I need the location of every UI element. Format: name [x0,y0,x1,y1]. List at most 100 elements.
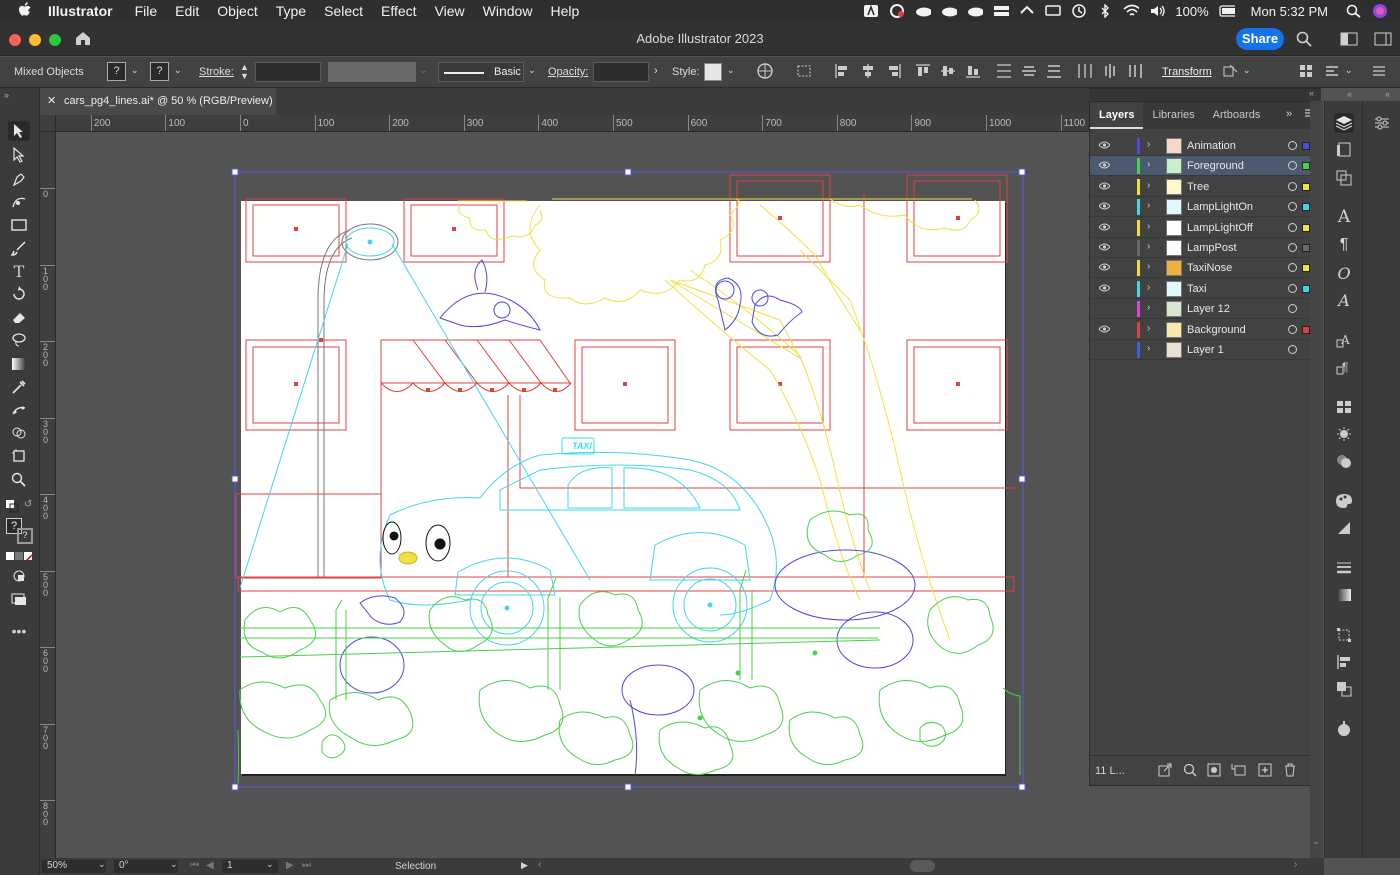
cloud-icon-2[interactable] [941,4,958,18]
visibility-eye-icon[interactable] [1098,141,1111,151]
distribute-right-icon[interactable] [1127,63,1143,82]
quick-actions-chevron-icon[interactable]: ⌄ [1345,65,1353,76]
stroke-label[interactable]: Stroke: [199,66,234,78]
workspace-switcher-icon[interactable] [1374,32,1392,49]
draw-mode-icon[interactable] [8,566,30,586]
layer-row-background[interactable]: › Background [1090,320,1320,340]
tab-libraries[interactable]: Libraries [1143,102,1203,129]
visibility-eye-icon[interactable] [1098,223,1111,233]
type-tool-icon[interactable]: T [8,261,30,281]
pathfinder-panel-icon[interactable] [1334,679,1354,699]
make-clipping-mask-icon[interactable] [1207,763,1221,780]
collapse-tools-icon[interactable]: » [4,90,9,100]
paintbrush-tool-icon[interactable] [8,238,30,258]
menu-type[interactable]: Type [276,3,306,19]
layer-name[interactable]: Animation [1187,140,1236,152]
lock-toggle[interactable] [1118,159,1130,173]
layer-row-lamplightoff[interactable]: › LampLightOff [1090,218,1320,238]
create-new-layer-icon[interactable] [1258,763,1272,780]
layer-selection-indicator[interactable] [1302,223,1310,232]
rotation-field[interactable]: 0° [114,860,178,873]
expand-layer-chevron-icon[interactable]: › [1147,180,1150,191]
align-vertical-center-icon[interactable] [940,63,956,82]
paragraph-panel-icon[interactable]: ¶ [1334,235,1354,255]
expand-layer-chevron-icon[interactable]: › [1147,261,1150,272]
none-mode-icon[interactable] [24,552,32,560]
visibility-eye-icon[interactable] [1099,345,1110,355]
properties-panel-icon[interactable] [1372,113,1392,133]
layer-name[interactable]: Taxi [1187,283,1207,295]
expand-layer-chevron-icon[interactable]: › [1147,282,1150,293]
menu-file[interactable]: File [135,3,158,19]
align-horizontal-center-icon[interactable] [860,63,876,82]
stroke-color-box[interactable]: ? [17,528,33,544]
curvature-tool-icon[interactable] [8,192,30,212]
lock-toggle[interactable] [1118,261,1130,275]
align-bottom-icon[interactable] [965,63,981,82]
siri-icon[interactable] [1372,4,1388,18]
app-menu[interactable]: Illustrator [48,3,113,19]
artboard-chevron-icon[interactable]: ⌄ [266,859,274,870]
profile-chevron-icon[interactable]: ⌄ [420,65,428,76]
sync-icon[interactable] [1019,4,1035,18]
tab-layers[interactable]: Layers [1090,102,1144,129]
layer-row-lamplighton[interactable]: › LampLightOn [1090,197,1320,218]
lock-toggle[interactable] [1118,139,1130,153]
layer-selection-indicator[interactable] [1302,244,1310,252]
menu-edit[interactable]: Edit [175,3,199,19]
transform-link[interactable]: Transform [1162,66,1212,78]
align-panel-icon[interactable] [1334,652,1354,672]
ruler-origin[interactable] [40,115,56,132]
opacity-arrow-icon[interactable]: › [654,65,658,77]
eyedropper-tool-icon[interactable] [8,377,30,397]
layer-target-icon[interactable] [1288,202,1297,212]
glyphs-panel-icon[interactable]: A [1334,290,1354,310]
creative-cloud-icon[interactable] [889,4,905,18]
horizontal-scrollbar-thumb[interactable] [910,860,935,872]
layer-target-icon[interactable] [1288,161,1297,171]
zoom-chevron-icon[interactable]: ⌄ [98,859,106,870]
stroke-swatch[interactable]: ? [150,62,169,81]
expand-panel-icon[interactable]: » [1286,108,1292,120]
expand-layer-chevron-icon[interactable]: › [1147,159,1150,170]
layer-name[interactable]: Layer 12 [1187,303,1230,315]
distribute-top-icon[interactable] [996,63,1012,82]
style-chevron-icon[interactable]: ⌄ [727,65,735,76]
layer-target-icon[interactable] [1288,324,1297,334]
expand-layer-chevron-icon[interactable]: › [1147,323,1150,334]
scroll-right-icon[interactable]: › [1294,859,1297,870]
export-layer-icon[interactable] [1158,763,1172,780]
layer-selection-indicator[interactable] [1302,264,1310,273]
bluetooth-icon[interactable] [1097,4,1113,18]
character-styles-icon[interactable]: A [1334,330,1354,350]
layer-row-lamppost[interactable]: › LampPost [1090,238,1320,258]
visibility-eye-icon[interactable] [1099,304,1110,314]
puppet-warp-tool-icon[interactable] [8,400,30,420]
lasso-tool-icon[interactable] [8,330,30,350]
shape-builder-tool-icon[interactable] [8,423,30,443]
layer-row-taxi[interactable]: › Taxi [1090,279,1320,299]
layer-row-animation[interactable]: › Animation [1090,136,1320,156]
layer-selection-indicator[interactable] [1302,325,1310,334]
layer-target-icon[interactable] [1288,304,1297,314]
visibility-eye-icon[interactable] [1098,325,1111,335]
rectangle-tool-icon[interactable] [8,215,30,235]
align-right-icon[interactable] [886,63,902,82]
expand-layer-chevron-icon[interactable]: › [1147,139,1150,150]
fill-swatch[interactable]: ? [107,62,126,81]
layer-selection-indicator[interactable] [1302,182,1310,191]
menu-select[interactable]: Select [324,3,363,19]
menu-effect[interactable]: Effect [381,3,417,19]
align-left-icon[interactable] [834,63,850,82]
expand-layer-chevron-icon[interactable]: › [1147,302,1150,313]
create-sublayer-icon[interactable] [1231,763,1247,780]
paragraph-styles-icon[interactable]: ¶ [1334,357,1354,377]
align-top-icon[interactable] [915,63,931,82]
arrange-documents-icon[interactable] [1340,32,1358,49]
gradient-tool-icon[interactable] [8,354,30,374]
layers-panel-icon[interactable] [1334,113,1354,133]
layer-name[interactable]: LampLightOff [1187,222,1253,234]
artwork-outlines[interactable] [56,132,1090,858]
visibility-eye-icon[interactable] [1098,161,1111,171]
menu-help[interactable]: Help [550,3,579,19]
